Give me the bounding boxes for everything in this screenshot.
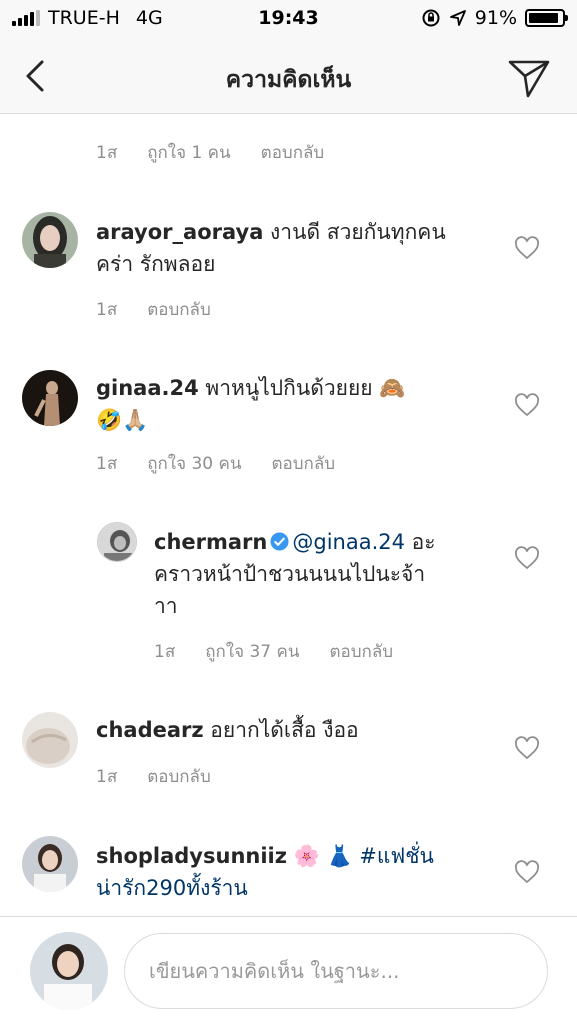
comment-text: chermarn @ginaa.24 อะ คราวหน้าป้าชวนนนนไป… [154, 526, 499, 622]
comment-text: ginaa.24 พาหนูไปกินด้วยยย 🙈 🤣🙏🏼 [96, 372, 506, 436]
avatar[interactable] [22, 370, 78, 426]
likes-count[interactable]: ถูกใจ 30 คน [147, 450, 241, 477]
hashtag-link-line2[interactable]: น่ารัก290ทั้งร้าน [96, 876, 248, 900]
reply-button[interactable]: ตอบกลับ [261, 139, 325, 166]
comment-username[interactable]: chermarn [154, 530, 267, 554]
rotation-lock-icon [422, 9, 440, 27]
comment-meta: 1ส ถูกใจ 37 คน ตอบกลับ [154, 638, 393, 665]
reply-button[interactable]: ตอบกลับ [147, 296, 211, 323]
comment-meta: 1ส ตอบกลับ [96, 763, 211, 790]
avatar[interactable] [22, 836, 78, 892]
comment-time: 1ส [154, 642, 176, 662]
heart-icon[interactable] [514, 546, 540, 570]
avatar[interactable] [97, 522, 137, 562]
battery-icon [525, 9, 568, 27]
comment-time: 1ส [96, 454, 118, 474]
status-bar: TRUE-H 4G 19:43 91% [0, 0, 577, 38]
comment-body-line2: คราวหน้าป้าชวนนนนไปนะจ้า [154, 562, 426, 586]
comment-body-line2: คร่า รักพลอย [96, 252, 216, 276]
heart-icon[interactable] [514, 736, 540, 760]
mention-link[interactable]: @ginaa.24 [292, 530, 405, 554]
comment-text: shopladysunniiz 🌸 👗 #แฟชั่น น่ารัก290ทั้… [96, 840, 506, 904]
comment-body-line3: าา [154, 594, 178, 618]
hashtag-link[interactable]: #แฟชั่น [359, 844, 434, 868]
heart-icon[interactable] [514, 860, 540, 884]
comment-body: อะ [404, 530, 436, 554]
comment-username[interactable]: arayor_aoraya [96, 220, 263, 244]
reply-button[interactable]: ตอบกลับ [271, 450, 335, 477]
avatar[interactable] [22, 212, 78, 268]
comment-time: 1ส [96, 767, 118, 787]
comment-emojis: 🌸 👗 [286, 844, 360, 868]
comment-username[interactable]: ginaa.24 [96, 376, 199, 400]
comment-username[interactable]: chadearz [96, 718, 204, 742]
avatar[interactable] [22, 712, 78, 768]
comment-body: อยากได้เสื้อ งืออ [203, 718, 359, 742]
comment-username[interactable]: shopladysunniiz [96, 844, 287, 868]
comment-body: พาหนูไปกินด้วยยย 🙈 [198, 376, 406, 400]
comment-time: 1ส [96, 143, 118, 163]
heart-icon[interactable] [514, 236, 540, 260]
comment-body-line2: 🤣🙏🏼 [96, 408, 149, 432]
paper-plane-icon[interactable] [507, 58, 551, 98]
comment-meta: 1ส ถูกใจ 1 คน ตอบกลับ [96, 139, 324, 166]
comment-text: arayor_aoraya งานดี สวยกันทุกคน คร่า รัก… [96, 216, 496, 280]
page-title: ความคิดเห็น [225, 67, 352, 93]
current-user-avatar [30, 932, 108, 1010]
likes-count[interactable]: ถูกใจ 37 คน [205, 638, 299, 665]
comment-input[interactable]: เขียนความคิดเห็น ในฐานะ... [124, 933, 548, 1009]
comment-meta: 1ส ถูกใจ 30 คน ตอบกลับ [96, 450, 335, 477]
reply-button[interactable]: ตอบกลับ [329, 638, 393, 665]
comment-body: งานดี สวยกันทุกคน [263, 220, 446, 244]
comment-time: 1ส [96, 300, 118, 320]
reply-button[interactable]: ตอบกลับ [147, 763, 211, 790]
comment-composer: เขียนความคิดเห็น ในฐานะ... [0, 916, 577, 1024]
nav-bar: ความคิดเห็น [0, 38, 577, 114]
comment-input-placeholder: เขียนความคิดเห็น ในฐานะ... [149, 959, 400, 983]
verified-badge-icon [270, 532, 289, 551]
battery-percent: 91% [474, 7, 517, 29]
comment-meta: 1ส ตอบกลับ [96, 296, 211, 323]
heart-icon[interactable] [514, 393, 540, 417]
location-icon [449, 10, 466, 26]
likes-count[interactable]: ถูกใจ 1 คน [147, 139, 230, 166]
comment-text: chadearz อยากได้เสื้อ งืออ [96, 714, 506, 746]
